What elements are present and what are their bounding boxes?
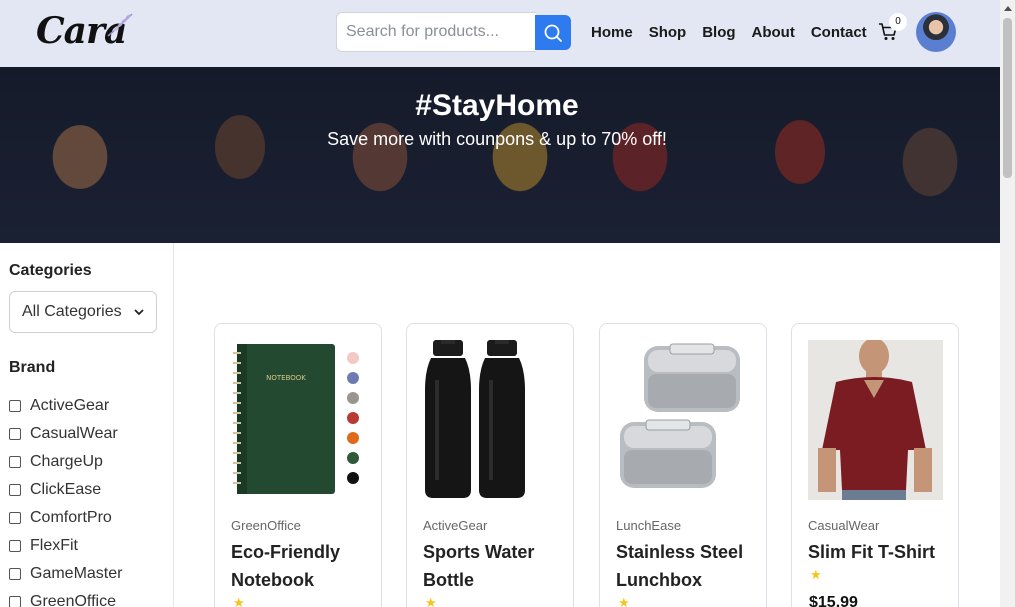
- user-avatar[interactable]: [916, 12, 956, 52]
- product-title: Eco-Friendly Notebook: [231, 542, 341, 590]
- checkbox[interactable]: [9, 484, 21, 496]
- product-card[interactable]: LunchEase Stainless Steel Lunchbox ★: [599, 323, 767, 607]
- search-button[interactable]: [535, 15, 571, 50]
- nav-home[interactable]: Home: [591, 24, 633, 41]
- product-brand: ActiveGear: [423, 518, 488, 533]
- product-card[interactable]: NOTEBOOK GreenOffice Eco-Friendly Notebo…: [214, 323, 382, 607]
- checkbox[interactable]: [9, 512, 21, 524]
- hero-banner: #StayHome Save more with counpons & up t…: [0, 67, 1000, 243]
- product-price: $15.99: [809, 594, 858, 607]
- brand-item-chargeup[interactable]: ChargeUp: [9, 448, 122, 476]
- star-rating-icon: ★: [425, 596, 437, 607]
- filter-sidebar: Categories All Categories Brand ActiveGe…: [0, 243, 174, 607]
- brand-label: ChargeUp: [30, 453, 103, 470]
- brand-item-comfortpro[interactable]: ComfortPro: [9, 504, 122, 532]
- categories-heading: Categories: [9, 262, 92, 279]
- product-brand: CasualWear: [808, 518, 880, 533]
- product-title: Slim Fit T-Shirt: [808, 542, 936, 562]
- scroll-thumb[interactable]: [1003, 18, 1012, 178]
- product-title: Sports Water Bottle: [423, 542, 535, 590]
- lunchbox-image: [620, 343, 740, 488]
- checkbox[interactable]: [9, 596, 21, 607]
- brand-item-clickease[interactable]: ClickEase: [9, 476, 122, 504]
- brand-label: FlexFit: [30, 537, 78, 554]
- product-brand: GreenOffice: [231, 518, 301, 533]
- nav-shop[interactable]: Shop: [649, 24, 687, 41]
- checkbox[interactable]: [9, 400, 21, 412]
- brand-item-gamemaster[interactable]: GameMaster: [9, 560, 122, 588]
- brand-item-flexfit[interactable]: FlexFit: [9, 532, 122, 560]
- lavender-sprig-icon: [107, 13, 133, 37]
- checkbox[interactable]: [9, 428, 21, 440]
- hero-title: #StayHome: [415, 89, 579, 122]
- star-rating-icon: ★: [810, 568, 822, 583]
- search-bar: [336, 12, 571, 52]
- nav-about[interactable]: About: [752, 24, 795, 41]
- page-scrollbar[interactable]: [1000, 0, 1015, 607]
- t-shirt-image: [808, 340, 943, 500]
- brand-label: ComfortPro: [30, 509, 112, 526]
- checkbox[interactable]: [9, 540, 21, 552]
- category-select-value: All Categories: [22, 303, 122, 320]
- hero-subtitle: Save more with counpons & up to 70% off!: [327, 129, 667, 149]
- star-rating-icon: ★: [618, 596, 630, 607]
- search-input[interactable]: [336, 12, 536, 52]
- water-bottle-image: [425, 340, 525, 498]
- arrow-up-icon: [1003, 5, 1012, 11]
- product-card[interactable]: CasualWear Slim Fit T-Shirt ★ $15.99: [791, 323, 959, 607]
- notebook-image: NOTEBOOK: [233, 344, 359, 494]
- brand-item-greenoffice[interactable]: GreenOffice: [9, 588, 122, 607]
- scroll-up-button[interactable]: [1000, 0, 1015, 16]
- svg-text:NOTEBOOK: NOTEBOOK: [266, 374, 306, 382]
- brand-label: CasualWear: [30, 425, 118, 442]
- product-card[interactable]: ActiveGear Sports Water Bottle ★: [406, 323, 574, 607]
- search-icon: [544, 24, 562, 42]
- product-title: Stainless Steel Lunchbox: [616, 542, 744, 590]
- brand-label: GreenOffice: [30, 593, 116, 607]
- brand-item-activegear[interactable]: ActiveGear: [9, 392, 122, 420]
- site-header: Cara Home Shop Blog About Contact 0: [0, 0, 1000, 67]
- main-nav: Home Shop Blog About Contact: [591, 24, 883, 41]
- cart-count-badge: 0: [889, 13, 907, 31]
- nav-blog[interactable]: Blog: [702, 24, 735, 41]
- checkbox[interactable]: [9, 456, 21, 468]
- brand-label: GameMaster: [30, 565, 123, 582]
- nav-contact[interactable]: Contact: [811, 24, 867, 41]
- star-rating-icon: ★: [233, 596, 245, 607]
- product-brand: LunchEase: [616, 518, 682, 533]
- brand-list: ActiveGear CasualWear ChargeUp ClickEase…: [9, 392, 122, 607]
- brand-heading: Brand: [9, 359, 56, 376]
- checkbox[interactable]: [9, 568, 21, 580]
- brand-label: ClickEase: [30, 481, 102, 498]
- logo[interactable]: Cara: [36, 10, 136, 56]
- chevron-down-icon: [134, 308, 144, 315]
- category-select[interactable]: All Categories: [9, 291, 157, 333]
- brand-item-casualwear[interactable]: CasualWear: [9, 420, 122, 448]
- brand-label: ActiveGear: [30, 397, 110, 414]
